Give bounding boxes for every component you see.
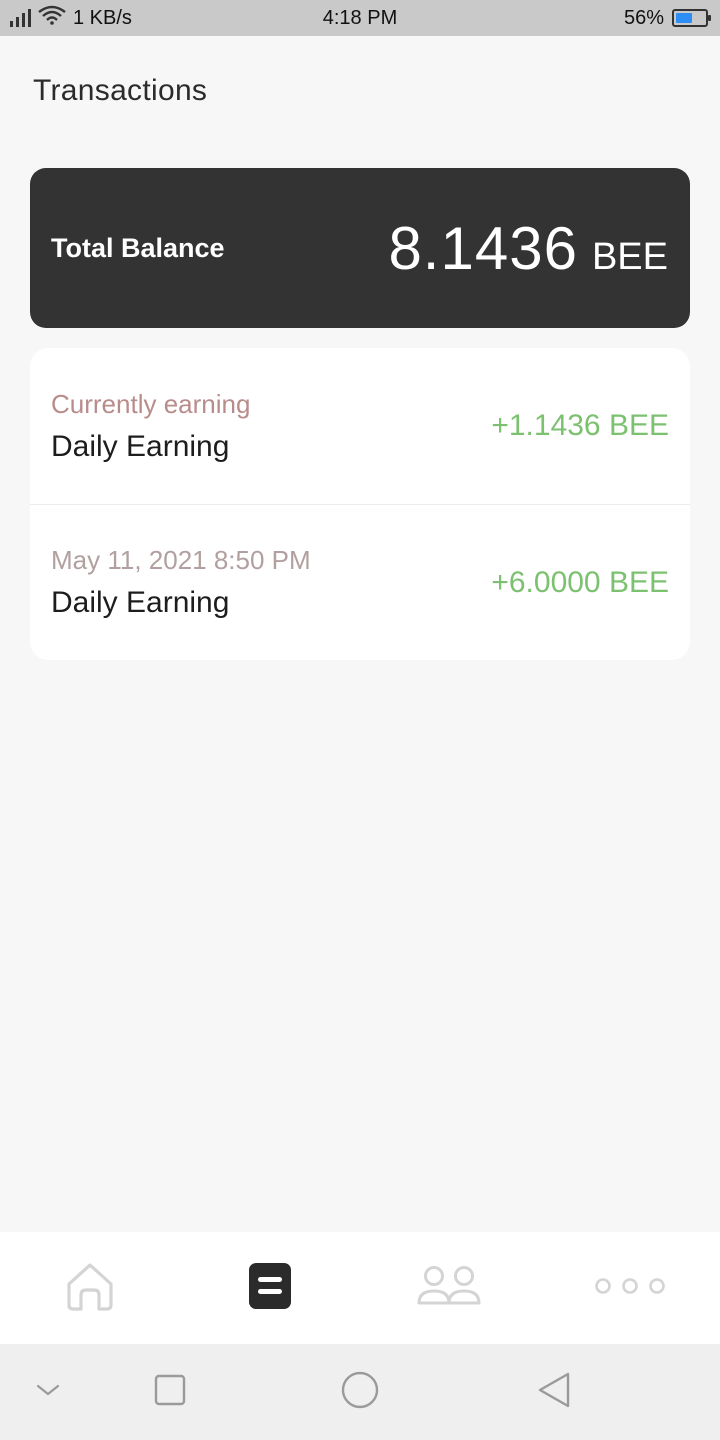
transaction-texts: Currently earning Daily Earning — [51, 389, 250, 464]
more-icon — [594, 1276, 666, 1301]
battery-icon — [672, 9, 711, 27]
list-item[interactable]: Currently earning Daily Earning +1.1436 … — [30, 348, 690, 504]
bottom-nav — [0, 1232, 720, 1344]
transaction-texts: May 11, 2021 8:50 PM Daily Earning — [51, 545, 311, 620]
page-title: Transactions — [33, 74, 208, 107]
back-icon — [536, 1371, 572, 1414]
status-right: 56% — [623, 0, 711, 36]
transaction-subtitle: Currently earning — [51, 388, 251, 419]
home-icon — [64, 1260, 116, 1317]
transaction-title: Daily Earning — [51, 586, 230, 619]
transactions-list: Currently earning Daily Earning +1.1436 … — [30, 348, 690, 660]
nav-more[interactable] — [540, 1232, 720, 1344]
home-circle-icon — [340, 1370, 380, 1415]
system-back-button[interactable] — [524, 1344, 584, 1440]
status-bar: 1 KB/s 4:18 PM 56% — [0, 0, 720, 36]
signal-icon — [10, 9, 31, 27]
nav-users[interactable] — [360, 1232, 540, 1344]
transaction-date: May 11, 2021 8:50 PM — [51, 545, 311, 575]
network-speed: 1 KB/s — [73, 6, 132, 29]
system-nav — [0, 1344, 720, 1440]
system-hide-button[interactable] — [20, 1344, 76, 1440]
list-item[interactable]: May 11, 2021 8:50 PM Daily Earning +6.00… — [30, 504, 690, 660]
recents-icon — [154, 1374, 186, 1411]
transaction-amount: +6.0000 BEE — [491, 565, 669, 599]
balance-unit: BEE — [591, 235, 668, 278]
balance-value: 8.1436 BEE — [388, 214, 668, 283]
system-recents-button[interactable] — [140, 1344, 200, 1440]
balance-card: Total Balance 8.1436 BEE — [30, 168, 690, 328]
balance-amount: 8.1436 — [388, 214, 578, 282]
status-time: 4:18 PM — [322, 6, 398, 29]
nav-home[interactable] — [0, 1232, 180, 1344]
transactions-icon — [248, 1262, 292, 1315]
transaction-title: Daily Earning — [51, 429, 230, 463]
screen: 1 KB/s 4:18 PM 56% Transactions Total Ba… — [0, 0, 720, 1440]
users-icon — [416, 1265, 484, 1312]
status-left: 1 KB/s — [10, 0, 132, 36]
chevron-down-icon — [35, 1382, 61, 1403]
battery-level — [676, 13, 692, 23]
nav-transactions[interactable] — [180, 1232, 360, 1344]
balance-label: Total Balance — [51, 232, 225, 263]
system-home-button[interactable] — [330, 1344, 390, 1440]
wifi-icon — [37, 5, 67, 31]
battery-percent: 56% — [623, 6, 664, 29]
transaction-amount: +1.1436 BEE — [491, 409, 669, 442]
